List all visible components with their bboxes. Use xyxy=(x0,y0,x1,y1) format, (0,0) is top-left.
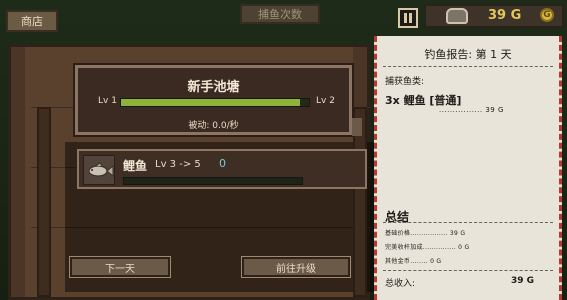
catch-count-plate: 捕鱼次数 xyxy=(240,4,320,24)
gold-amount: 39 G xyxy=(488,8,522,23)
pond-level-progress xyxy=(120,98,310,107)
fish-progress xyxy=(123,177,303,185)
total-value: 39 G xyxy=(511,276,535,286)
caught-item-price: ................ 39 G xyxy=(439,106,504,114)
fish-icon-frame xyxy=(83,155,115,185)
bag-icon[interactable] xyxy=(446,8,468,24)
pond-panel: 新手池塘 Lv 1 Lv 2 被动: 0.0/秒 xyxy=(73,63,354,137)
report-divider xyxy=(383,270,553,271)
pause-button[interactable] xyxy=(398,8,418,28)
shop-button[interactable]: 商店 xyxy=(6,10,58,32)
coin-icon: G xyxy=(540,8,554,22)
carp-icon xyxy=(88,162,114,178)
fish-level: Lv 3 -> 5 xyxy=(155,159,201,170)
total-label: 总收入: xyxy=(385,279,416,289)
report-divider xyxy=(383,222,553,223)
fishing-report: 钓鱼报告: 第 1 天 捕获鱼类: 3x 鲤鱼 [普通] ...........… xyxy=(374,36,562,300)
summary-row-base: 基础价格................. 39 G xyxy=(385,230,466,237)
pond-level-current: Lv 1 xyxy=(98,96,117,106)
report-divider xyxy=(383,66,553,67)
fish-row-carp[interactable]: 鲤鱼 Lv 3 -> 5 0 xyxy=(77,149,367,189)
fish-count: 0 xyxy=(219,157,226,170)
next-day-button[interactable]: 下一天 xyxy=(69,256,171,278)
go-upgrade-button[interactable]: 前往升级 xyxy=(241,256,351,278)
report-title: 钓鱼报告: 第 1 天 xyxy=(424,48,512,61)
fish-name: 鲤鱼 xyxy=(123,159,148,173)
pond-level-fill xyxy=(121,99,300,106)
summary-row-other: 其他金币........ 0 G xyxy=(385,258,442,265)
fish-row-tab xyxy=(352,118,362,136)
passive-rate: 被动: 0.0/秒 xyxy=(188,121,239,131)
pond-title: 新手池塘 xyxy=(187,80,240,95)
caught-label: 捕获鱼类: xyxy=(385,77,425,87)
summary-row-perfect: 完美收杆加成............... 0 G xyxy=(385,244,470,251)
board-post-left xyxy=(37,107,51,297)
pond-level-next: Lv 2 xyxy=(316,96,335,106)
